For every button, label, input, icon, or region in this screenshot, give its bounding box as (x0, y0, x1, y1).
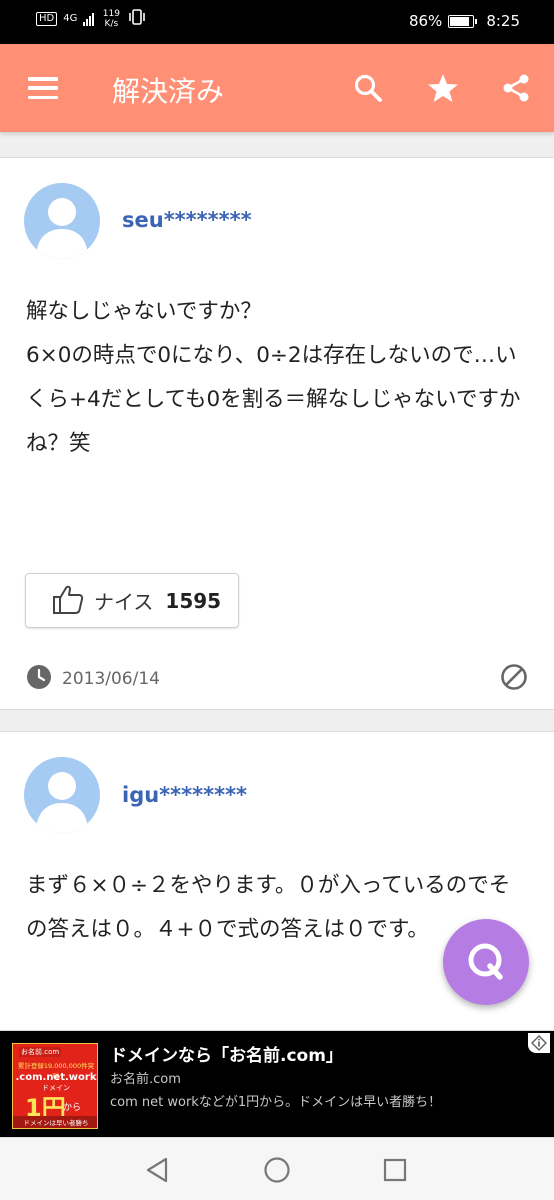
search-icon[interactable] (346, 66, 390, 110)
username[interactable]: seu******** (122, 208, 252, 232)
home-icon[interactable] (263, 1156, 291, 1184)
clock: 8:25 (486, 12, 520, 30)
network-type: 4G (63, 13, 78, 24)
network-speed: 119 K/s (102, 9, 120, 29)
nice-button[interactable]: ナイス 1595 (25, 573, 239, 628)
star-icon[interactable] (421, 66, 465, 110)
nice-count: 1595 (165, 588, 222, 613)
menu-icon[interactable] (28, 77, 58, 99)
ad-title[interactable]: ドメインなら「お名前.com」 (110, 1041, 343, 1066)
answer-card: seu******** 解なしじゃないですか？ 6×0の時点で0になり、0÷2は… (0, 157, 554, 710)
back-icon[interactable] (143, 1156, 171, 1184)
avatar[interactable] (24, 757, 100, 833)
ad-image-logo: お名前.com (19, 1047, 62, 1057)
date-text: 2013/06/14 (62, 669, 160, 689)
ad-advertiser: お名前.com (110, 1072, 181, 1087)
status-right: 86% 8:25 (409, 12, 520, 30)
status-bar: HD 4G 119 K/s 86% 8:25 (0, 0, 554, 44)
vibrate-icon (128, 9, 146, 29)
report-icon[interactable] (500, 663, 528, 695)
ad-info-icon[interactable] (528, 1033, 550, 1053)
share-icon[interactable] (494, 66, 538, 110)
battery-icon (448, 14, 478, 28)
username[interactable]: igu******** (122, 783, 247, 807)
hd-badge: HD (36, 12, 58, 26)
answer-date: 2013/06/14 (26, 664, 160, 694)
question-icon (468, 943, 503, 980)
recents-icon[interactable] (381, 1156, 409, 1184)
battery-percent: 86% (408, 12, 443, 30)
app-bar: 解決済み (0, 44, 554, 132)
status-left: HD 4G 119 K/s (36, 9, 146, 29)
clock-icon (26, 664, 52, 694)
ad-image[interactable]: お名前.com 累計登録19,000,000件突破 .com.net.work … (12, 1043, 98, 1129)
ad-description: com net workなどが1円から。ドメインは早い者勝ち！ (110, 1095, 442, 1110)
answer-text: 解なしじゃないですか？ 6×0の時点で0になり、0÷2は存在しないので…いくら+… (26, 299, 521, 456)
question-fab-button[interactable] (443, 919, 529, 1005)
ad-banner[interactable]: お名前.com 累計登録19,000,000件突破 .com.net.work … (0, 1031, 554, 1137)
ad-image-footer: ドメインは早い者勝ち (13, 1116, 97, 1128)
system-nav-bar (0, 1137, 554, 1200)
page-title: 解決済み (112, 75, 225, 108)
avatar[interactable] (24, 183, 100, 259)
nice-label: ナイス (94, 590, 154, 614)
thumbs-up-icon (52, 583, 84, 619)
ad-image-price-sub: から (63, 1103, 82, 1113)
signal-icon (83, 12, 95, 26)
